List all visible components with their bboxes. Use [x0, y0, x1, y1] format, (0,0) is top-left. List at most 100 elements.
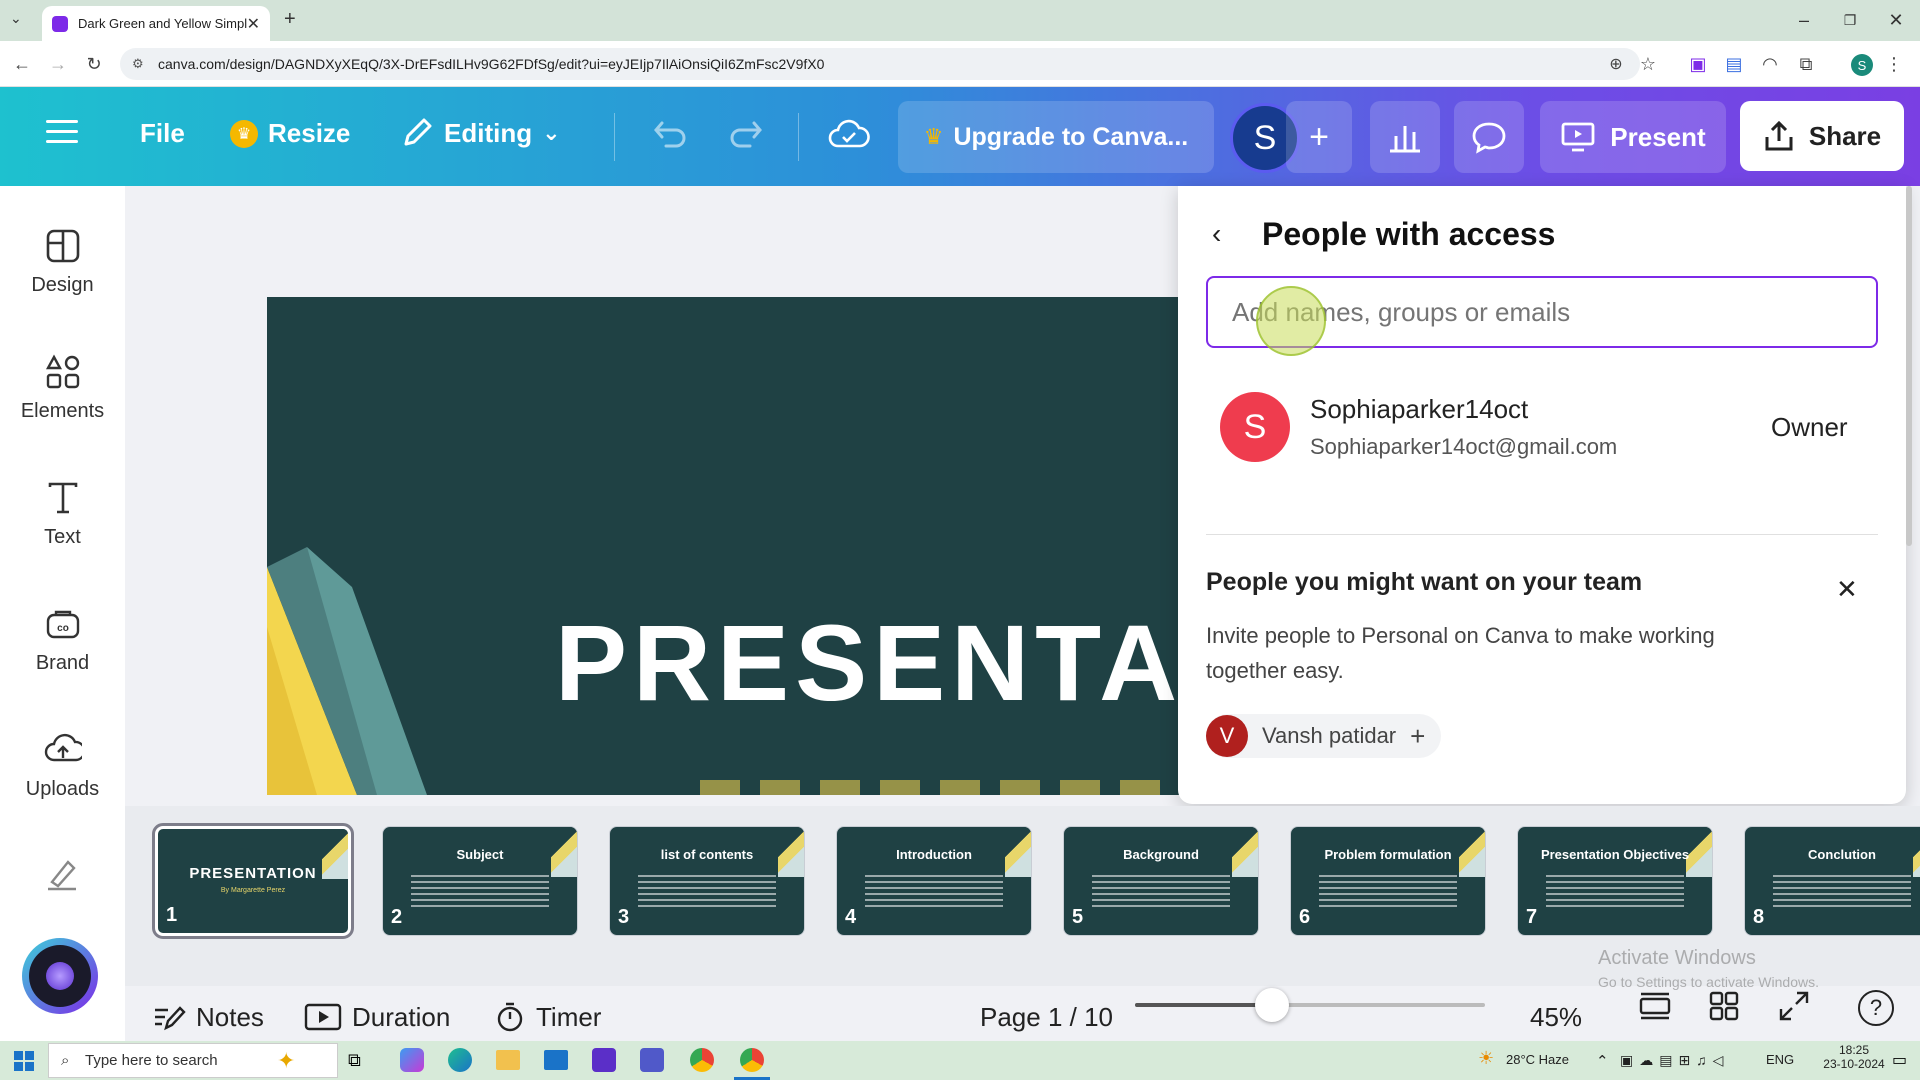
- tab-close-icon[interactable]: ✕: [247, 14, 260, 34]
- weather-icon[interactable]: ☀: [1478, 1048, 1494, 1069]
- extension-arc-icon[interactable]: ◠: [1758, 52, 1782, 76]
- svg-text:co: co: [57, 623, 69, 634]
- thumbnail-body-text: [865, 875, 1003, 909]
- sidebar-item-uploads[interactable]: Uploads: [0, 732, 125, 801]
- copilot-icon[interactable]: [400, 1048, 424, 1072]
- edge-icon[interactable]: [448, 1048, 472, 1072]
- timer-button[interactable]: Timer: [494, 992, 601, 1042]
- windows-start-icon[interactable]: [14, 1051, 34, 1071]
- page-thumbnail[interactable]: list of contents 3: [609, 826, 805, 936]
- extension-canva-icon[interactable]: ▣: [1686, 52, 1710, 76]
- cloud-saved-icon[interactable]: [828, 118, 870, 152]
- share-button[interactable]: Share: [1740, 101, 1904, 171]
- browser-tab[interactable]: Dark Green and Yellow Simple I ✕: [42, 6, 270, 41]
- url-field[interactable]: ⚙ canva.com/design/DAGNDXyXEqQ/3X-DrEFsd…: [120, 48, 1640, 80]
- page-thumbnail[interactable]: Introduction 4: [836, 826, 1032, 936]
- page-view-icon[interactable]: [1638, 990, 1672, 1022]
- page-thumbnail[interactable]: Presentation Objectives 7: [1517, 826, 1713, 936]
- zoom-slider-handle[interactable]: [1255, 988, 1289, 1022]
- notes-button[interactable]: Notes: [152, 992, 264, 1042]
- thumbnail-body-text: [1773, 875, 1911, 909]
- zoom-level[interactable]: 45%: [1530, 992, 1582, 1042]
- mail-icon[interactable]: [544, 1050, 568, 1070]
- panel-scrollbar[interactable]: [1906, 186, 1912, 546]
- file-menu-button[interactable]: File: [140, 118, 185, 149]
- fullscreen-icon[interactable]: [1778, 990, 1810, 1022]
- plus-icon[interactable]: +: [1410, 721, 1425, 752]
- notes-label: Notes: [196, 1001, 264, 1032]
- sidebar-item-label: Text: [44, 526, 81, 548]
- elements-icon: [45, 354, 81, 390]
- editing-mode-button[interactable]: Editing ⌄: [400, 116, 561, 150]
- minimize-icon[interactable]: –: [1784, 8, 1824, 32]
- grid-view-icon[interactable]: [1708, 990, 1740, 1022]
- sidebar-item-brand[interactable]: co Brand: [0, 606, 125, 675]
- notes-pencil-icon: [152, 1002, 186, 1032]
- redo-icon[interactable]: [728, 118, 768, 150]
- suggested-person-chip[interactable]: V Vansh patidar +: [1206, 714, 1442, 758]
- extensions-puzzle-icon[interactable]: ⧉: [1794, 52, 1818, 76]
- close-icon[interactable]: ✕: [1836, 574, 1858, 605]
- browser-menu-icon[interactable]: ⋮: [1882, 52, 1906, 76]
- weather-text[interactable]: 28°C Haze: [1506, 1052, 1569, 1067]
- sidebar-item-text[interactable]: Text: [0, 480, 125, 549]
- thumbnail-title: Background: [1123, 847, 1199, 862]
- main-menu-icon[interactable]: [46, 118, 78, 146]
- page-thumbnail[interactable]: Problem formulation 6: [1290, 826, 1486, 936]
- tab-list-chevron-icon[interactable]: ⌄: [10, 10, 22, 27]
- taskbar-search-placeholder: Type here to search: [85, 1052, 218, 1069]
- sidebar-item-design[interactable]: Design: [0, 228, 125, 297]
- task-view-icon[interactable]: ⧉: [348, 1050, 361, 1071]
- editing-label: Editing: [444, 117, 533, 148]
- thumbnail-body-text: [1092, 875, 1230, 909]
- undo-icon[interactable]: [648, 118, 688, 150]
- page-thumbnail[interactable]: Conclution 8: [1744, 826, 1920, 936]
- site-info-icon[interactable]: ⚙: [132, 56, 144, 72]
- tray-icons[interactable]: ▣☁▤⊞♫◁: [1620, 1052, 1729, 1069]
- teams-icon[interactable]: [640, 1048, 664, 1072]
- back-chevron-icon[interactable]: ‹: [1212, 218, 1221, 250]
- new-tab-icon[interactable]: +: [284, 8, 296, 31]
- owner-email: Sophiaparker14oct@gmail.com: [1310, 434, 1618, 459]
- notifications-icon[interactable]: ▭: [1892, 1050, 1907, 1070]
- file-explorer-icon[interactable]: [496, 1050, 520, 1070]
- help-icon[interactable]: ?: [1858, 990, 1894, 1026]
- taskbar-app-icon[interactable]: [592, 1048, 616, 1072]
- page-thumbnail[interactable]: PRESENTATION By Margarette Perez 1: [152, 823, 354, 939]
- comments-button[interactable]: [1454, 101, 1524, 173]
- window-close-icon[interactable]: ✕: [1876, 8, 1916, 32]
- draw-tool-icon[interactable]: [44, 856, 80, 892]
- timer-stopwatch-icon: [494, 1001, 526, 1033]
- reload-icon[interactable]: ↻: [82, 52, 106, 76]
- thumbnail-body-text: [638, 875, 776, 909]
- thumbnail-title: PRESENTATION: [189, 865, 317, 882]
- sidebar-item-elements[interactable]: Elements: [0, 354, 125, 423]
- bookmark-star-icon[interactable]: ☆: [1636, 52, 1660, 76]
- input-language[interactable]: ENG: [1766, 1052, 1794, 1067]
- tray-overflow-icon[interactable]: ⌃: [1596, 1052, 1609, 1070]
- chrome-icon[interactable]: [690, 1048, 714, 1072]
- profile-avatar-icon[interactable]: S: [1851, 54, 1873, 76]
- page-thumbnail[interactable]: Subject 2: [382, 826, 578, 936]
- canva-favicon-icon: [52, 15, 68, 32]
- zoom-page-icon[interactable]: ⊕: [1604, 52, 1628, 76]
- page-thumbnail[interactable]: Background 5: [1063, 826, 1259, 936]
- slide-title[interactable]: PRESENTA: [555, 600, 1183, 725]
- chrome-active-icon[interactable]: [740, 1048, 764, 1072]
- back-icon[interactable]: ←: [10, 52, 34, 76]
- insights-button[interactable]: [1370, 101, 1440, 173]
- slide-subtitle-fragment: [700, 780, 1160, 795]
- brand-icon: co: [45, 606, 81, 642]
- clock[interactable]: 18:25 23-10-2024: [1820, 1043, 1888, 1071]
- forward-icon[interactable]: →: [46, 52, 70, 76]
- duration-button[interactable]: Duration: [304, 992, 450, 1042]
- extension-word-icon[interactable]: ▤: [1722, 52, 1746, 76]
- restore-icon[interactable]: ❐: [1830, 8, 1870, 32]
- present-button[interactable]: Present: [1540, 101, 1726, 173]
- taskbar-search[interactable]: ⌕ Type here to search ✦: [48, 1043, 338, 1078]
- magic-assistant-button[interactable]: [22, 938, 98, 1014]
- bar-chart-icon: [1386, 120, 1424, 154]
- invite-plus-button[interactable]: +: [1286, 101, 1352, 173]
- resize-button[interactable]: ♛ Resize: [230, 118, 350, 149]
- upgrade-button[interactable]: ♛ Upgrade to Canva...: [898, 101, 1214, 173]
